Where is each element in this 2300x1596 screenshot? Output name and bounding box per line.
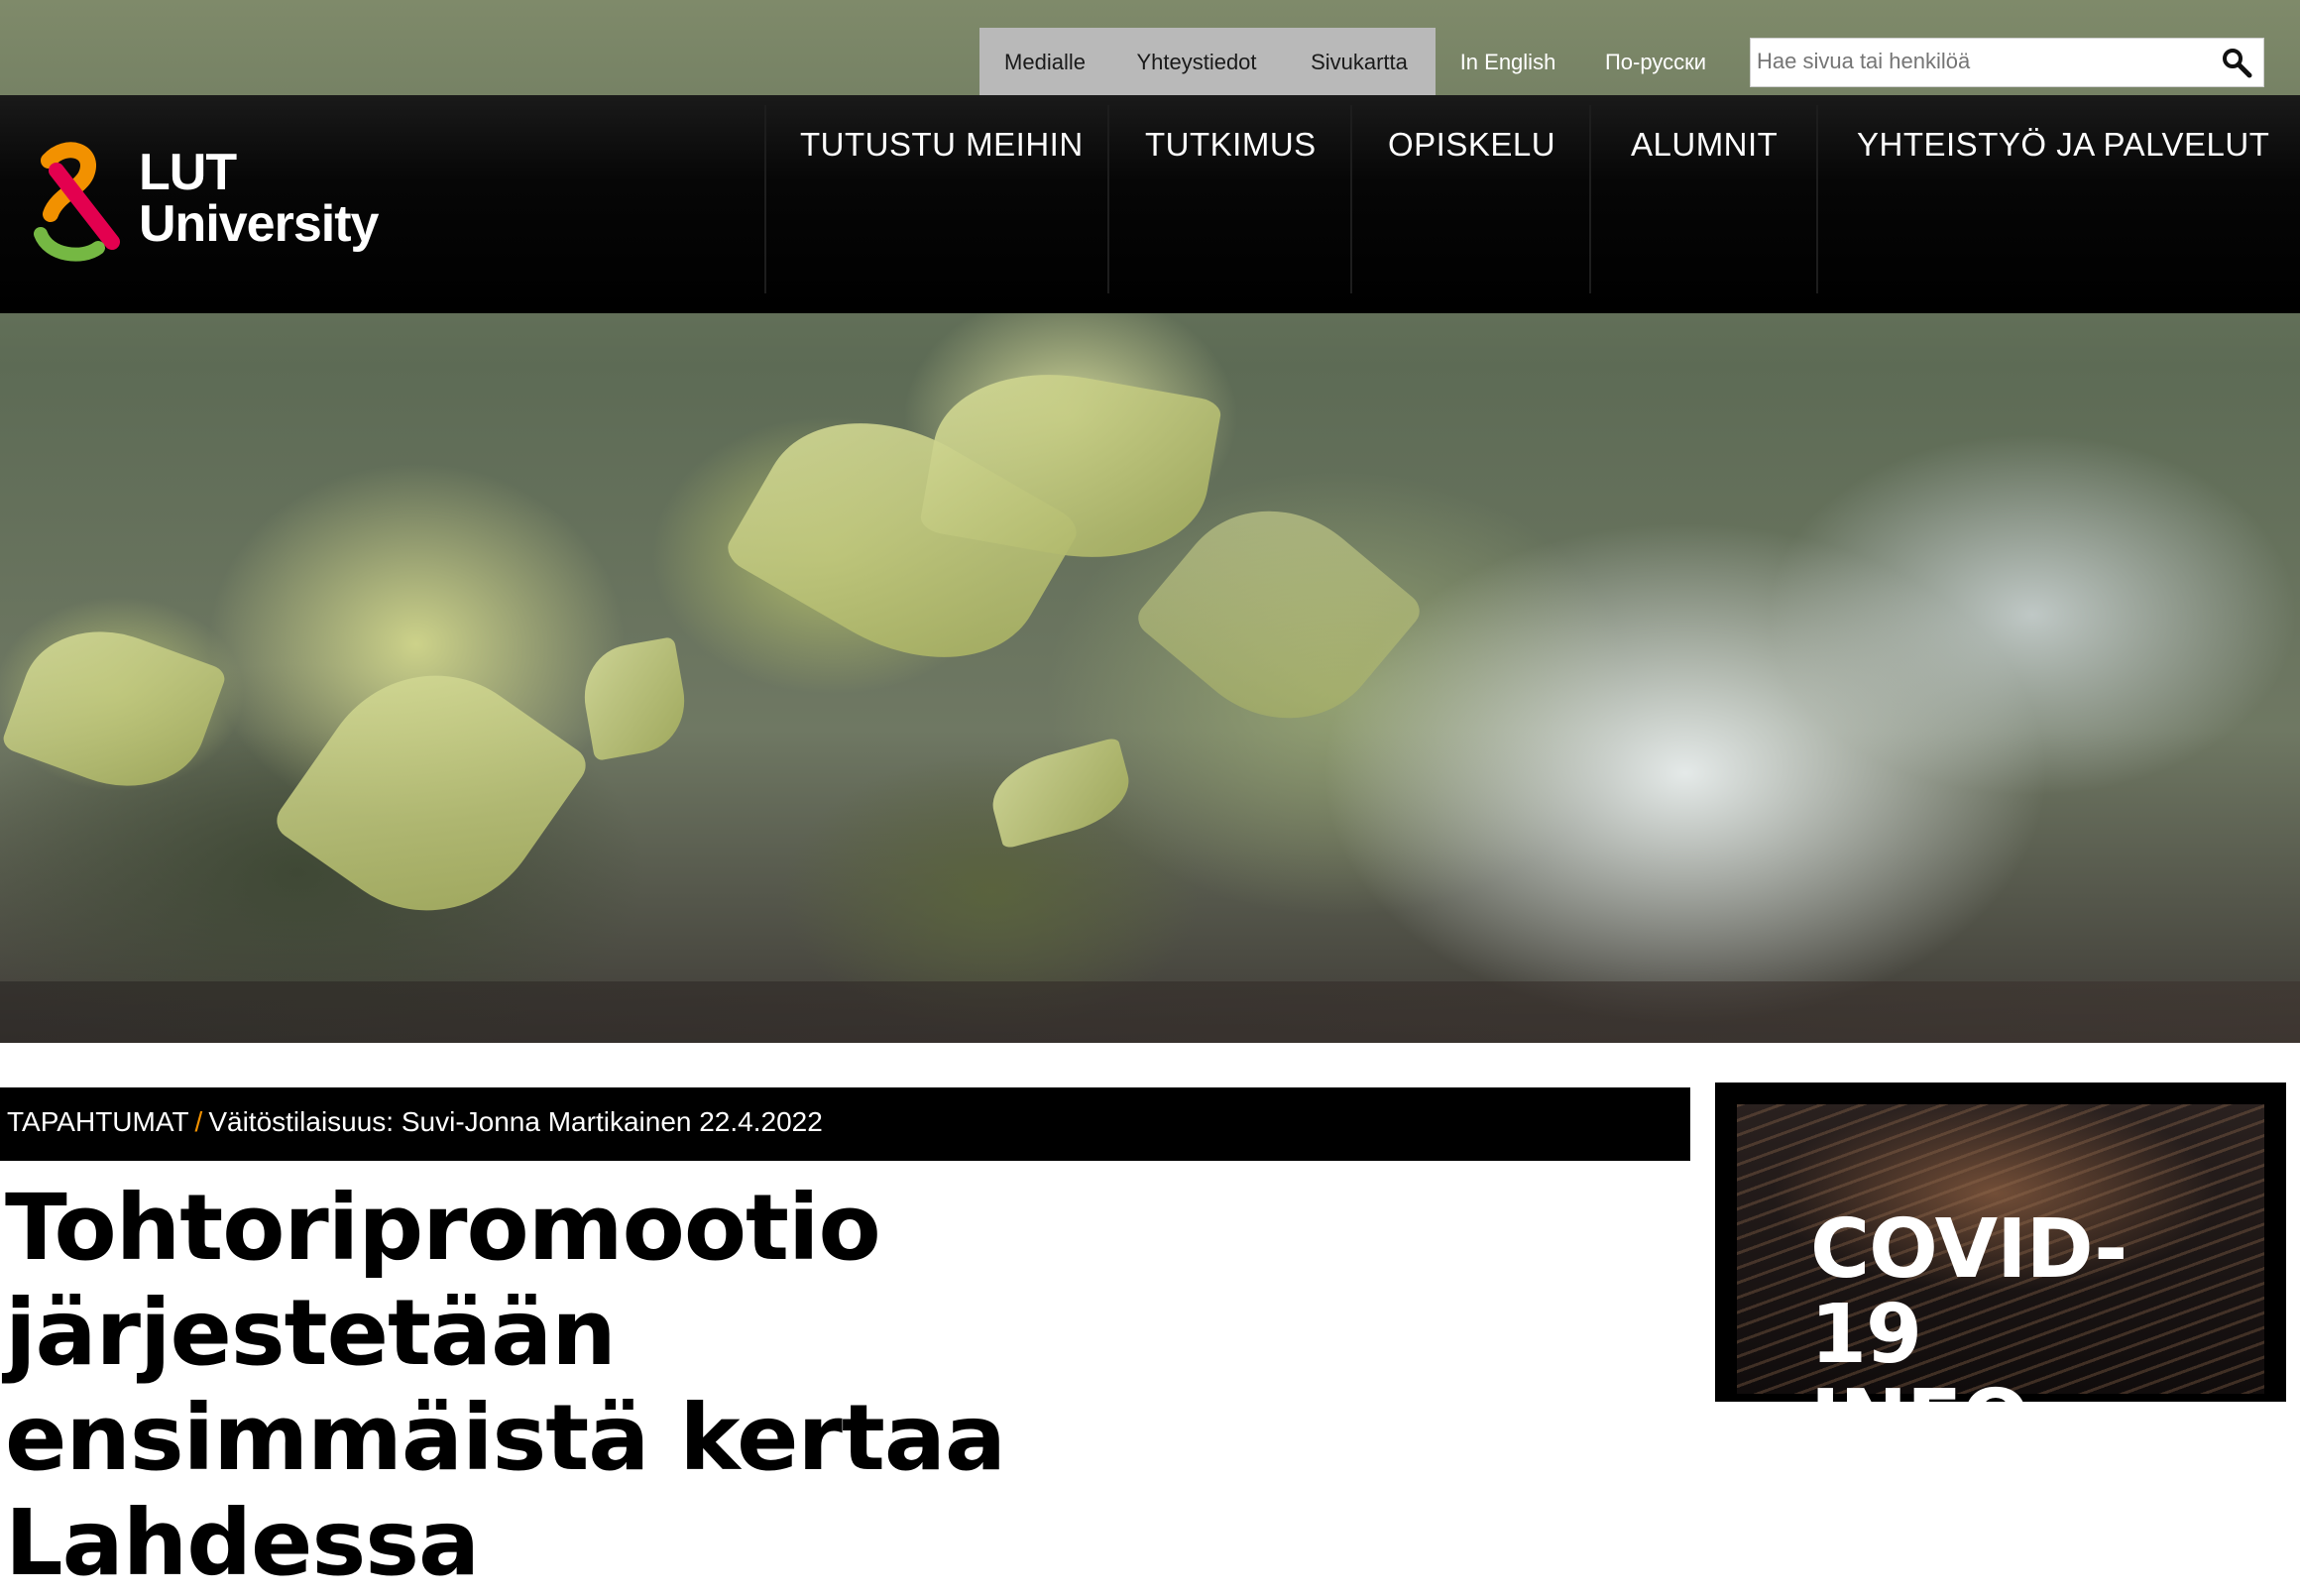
covid-card-title: COVID-19 INFO <box>1810 1207 2187 1463</box>
yhteystiedot-link[interactable]: Yhteystiedot <box>1124 44 1269 81</box>
breadcrumb: TAPAHTUMAT / Väitöstilaisuus: Suvi-Jonna M… <box>7 1102 823 1142</box>
nav-yhteistyo-ja-palvelut[interactable]: YHTEISTYÖ JA PALVELUT <box>1857 123 2269 167</box>
nav-tutustu-meihin[interactable]: TUTUSTU MEIHIN <box>800 123 1084 167</box>
search-icon[interactable] <box>2220 47 2253 78</box>
lut-university-logo[interactable]: LUT University <box>139 147 392 266</box>
covid-info-card[interactable]: COVID-19 INFO <box>1715 1083 2286 1463</box>
russian-language-link[interactable]: По-русски <box>1594 44 1717 81</box>
leaf-shape <box>983 737 1138 850</box>
nav-divider <box>1816 105 1818 293</box>
sivukartta-link[interactable]: Sivukartta <box>1299 44 1420 81</box>
covid-card-line-2: INFO <box>1810 1373 2030 1467</box>
page-title-line-1: Tohtoripromootio järjestetään <box>5 1175 881 1386</box>
nav-alumnit[interactable]: ALUMNIT <box>1631 123 1778 167</box>
leaf-shape <box>576 636 693 761</box>
page-title-line-2: ensimmäistä kertaa Lahdessa <box>5 1385 1006 1596</box>
covid-card-line-1: COVID-19 <box>1810 1202 2128 1382</box>
leaf-shape <box>0 607 228 811</box>
nav-divider <box>764 105 766 293</box>
page-title: Tohtoripromootio järjestetään ensimmäist… <box>5 1176 1333 1596</box>
medialle-link[interactable]: Medialle <box>993 44 1096 81</box>
nav-divider <box>1107 105 1109 293</box>
logo-line-lut: LUT <box>139 144 237 201</box>
logo-line-university: University <box>139 195 379 253</box>
search-box <box>1750 38 2264 87</box>
nav-divider <box>1589 105 1591 293</box>
breadcrumb-separator: / <box>194 1106 203 1137</box>
search-input[interactable] <box>1751 39 2193 84</box>
lut-logo-icon[interactable] <box>27 131 134 266</box>
leaf-shape <box>269 629 594 957</box>
nav-opiskelu[interactable]: OPISKELU <box>1388 123 1555 167</box>
breadcrumb-section-link[interactable]: TAPAHTUMAT <box>7 1106 189 1137</box>
nav-tutkimus[interactable]: TUTKIMUS <box>1145 123 1317 167</box>
breadcrumb-current-link[interactable]: Väitöstilaisuus: Suvi-Jonna Martikainen … <box>208 1106 822 1137</box>
in-english-link[interactable]: In English <box>1450 44 1565 81</box>
hero-bottom-strip <box>0 981 2300 1043</box>
nav-divider <box>1350 105 1352 293</box>
utility-bar: Medialle Yhteystiedot Sivukartta In Engl… <box>0 10 2300 97</box>
